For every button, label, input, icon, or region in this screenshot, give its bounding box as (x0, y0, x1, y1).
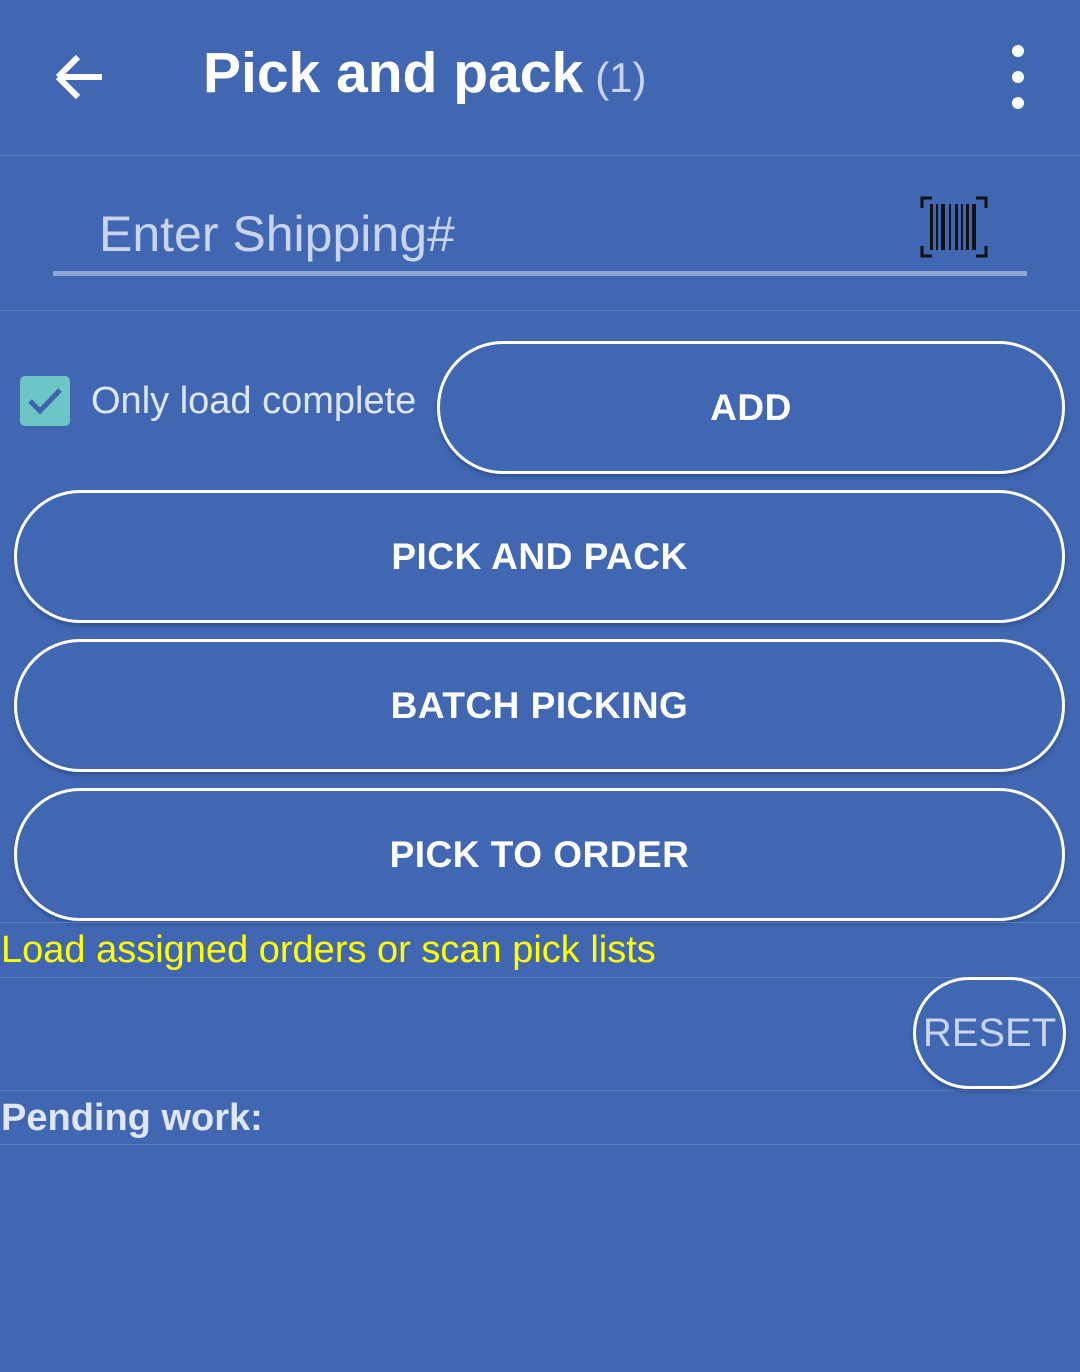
shipping-input-row (0, 156, 1080, 311)
reset-button[interactable]: RESET (913, 977, 1066, 1089)
add-button[interactable]: ADD (437, 341, 1065, 474)
app-bar: Pick and pack (1) (0, 0, 1080, 156)
pick-to-order-button[interactable]: PICK TO ORDER (14, 788, 1065, 921)
pick-and-pack-button[interactable]: PICK AND PACK (14, 490, 1065, 623)
more-vertical-icon[interactable] (995, 45, 1041, 109)
back-arrow-icon[interactable] (48, 42, 112, 112)
hint-row: Load assigned orders or scan pick lists (0, 922, 1080, 978)
reset-row: RESET (0, 977, 1080, 1091)
page-title: Pick and pack (203, 41, 584, 105)
only-load-complete-label: Only load complete (91, 379, 417, 422)
only-load-complete-checkbox[interactable] (20, 376, 70, 426)
status-hint: Load assigned orders or scan pick lists (1, 929, 656, 971)
page-title-count: (1) (595, 54, 647, 101)
pending-work-row: Pending work: (0, 1091, 1080, 1145)
barcode-icon[interactable] (918, 194, 990, 260)
shipping-number-input[interactable] (53, 196, 1027, 276)
only-load-complete-option[interactable]: Only load complete (20, 374, 416, 428)
page-title-group: Pick and pack (1) (203, 40, 647, 120)
batch-picking-button[interactable]: BATCH PICKING (14, 639, 1065, 772)
pending-work-label: Pending work: (1, 1097, 263, 1139)
